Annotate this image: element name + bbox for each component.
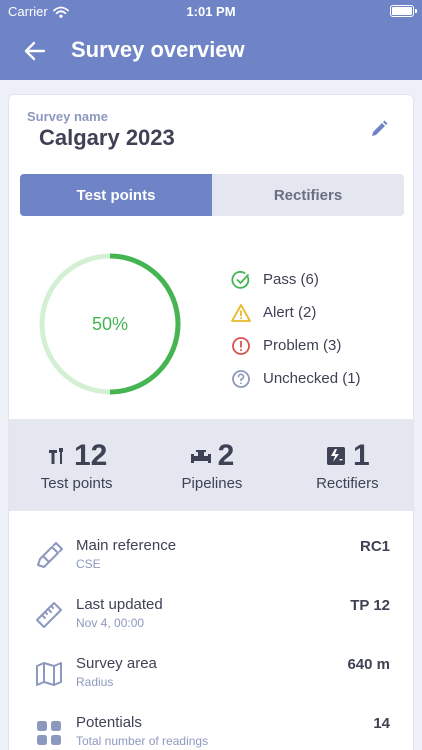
stat-rectifiers-value: 1 bbox=[352, 439, 370, 472]
detail-value: 640 m bbox=[347, 656, 390, 673]
page-title: Survey overview bbox=[71, 37, 245, 62]
app-header: Carrier 1:01 PM Survey overview bbox=[0, 0, 422, 80]
question-circle-icon bbox=[232, 369, 250, 388]
survey-card: Survey name Calgary 2023 Test points Rec… bbox=[8, 94, 414, 750]
legend-problem-label: Problem (3) bbox=[263, 337, 342, 354]
stat-test-points-label: Test points bbox=[40, 475, 113, 492]
clock: 1:01 PM bbox=[186, 4, 236, 19]
survey-name: Calgary 2023 bbox=[39, 125, 175, 150]
back-button[interactable] bbox=[22, 38, 48, 64]
stat-test-points-value: 12 bbox=[73, 439, 108, 472]
legend-alert: Alert (2) bbox=[231, 296, 361, 329]
detail-subtitle: Total number of readings bbox=[76, 734, 209, 748]
detail-title: Last updated bbox=[76, 596, 163, 613]
ruler-icon bbox=[36, 602, 62, 628]
legend-unchecked: Unchecked (1) bbox=[231, 362, 361, 395]
status-legend: Pass (6) Alert (2) Problem (3) Unchecked… bbox=[231, 263, 361, 395]
detail-last-updated[interactable]: Last updated Nov 4, 00:00 TP 12 bbox=[9, 594, 413, 653]
legend-unchecked-label: Unchecked (1) bbox=[263, 370, 361, 387]
detail-main-reference[interactable]: Main reference CSE RC1 bbox=[9, 535, 413, 594]
warning-triangle-icon bbox=[231, 303, 251, 322]
detail-title: Main reference bbox=[76, 537, 177, 554]
summary-stats: 12 Test points 2 Pipelines 1 Rectifiers bbox=[9, 419, 413, 511]
detail-subtitle: Nov 4, 00:00 bbox=[76, 616, 145, 630]
stat-pipelines: 2 Pipelines bbox=[144, 419, 279, 511]
legend-pass: Pass (6) bbox=[231, 263, 361, 296]
detail-survey-area[interactable]: Survey area Radius 640 m bbox=[9, 653, 413, 712]
stat-test-points: 12 Test points bbox=[9, 419, 144, 511]
progress-percent: 50% bbox=[91, 313, 129, 334]
check-circle-icon bbox=[231, 270, 250, 289]
status-bar: Carrier 1:01 PM bbox=[0, 0, 422, 24]
detail-title: Survey area bbox=[76, 655, 157, 672]
stat-pipelines-label: Pipelines bbox=[181, 475, 243, 492]
tab-rectifiers[interactable]: Rectifiers bbox=[212, 174, 404, 216]
detail-value: TP 12 bbox=[350, 597, 390, 614]
detail-value: RC1 bbox=[359, 538, 390, 555]
reference-probe-icon bbox=[37, 542, 63, 568]
segment-tabs: Test points Rectifiers bbox=[20, 174, 404, 216]
tab-test-points[interactable]: Test points bbox=[20, 174, 212, 216]
exclamation-circle-icon bbox=[232, 336, 250, 355]
grid-icon bbox=[37, 721, 61, 745]
survey-details-list: Main reference CSE RC1 Last updated Nov … bbox=[9, 535, 413, 750]
pipeline-icon bbox=[190, 450, 211, 463]
detail-value: 14 bbox=[373, 715, 390, 732]
pencil-icon[interactable] bbox=[369, 119, 389, 139]
legend-problem: Problem (3) bbox=[231, 329, 361, 362]
test-point-icon bbox=[48, 448, 63, 464]
detail-subtitle: CSE bbox=[76, 557, 101, 571]
battery-icon bbox=[390, 5, 417, 17]
survey-name-label: Survey name bbox=[27, 109, 108, 124]
stat-rectifiers-label: Rectifiers bbox=[316, 475, 379, 492]
detail-title: Potentials bbox=[76, 714, 142, 731]
legend-alert-label: Alert (2) bbox=[263, 304, 317, 321]
rectifier-icon bbox=[326, 447, 345, 465]
legend-pass-label: Pass (6) bbox=[263, 271, 319, 288]
detail-potentials[interactable]: Potentials Total number of readings 14 bbox=[9, 712, 413, 750]
detail-subtitle: Radius bbox=[76, 675, 114, 689]
stat-pipelines-value: 2 bbox=[217, 439, 235, 472]
stat-rectifiers: 1 Rectifiers bbox=[280, 419, 413, 511]
map-icon bbox=[36, 662, 62, 686]
